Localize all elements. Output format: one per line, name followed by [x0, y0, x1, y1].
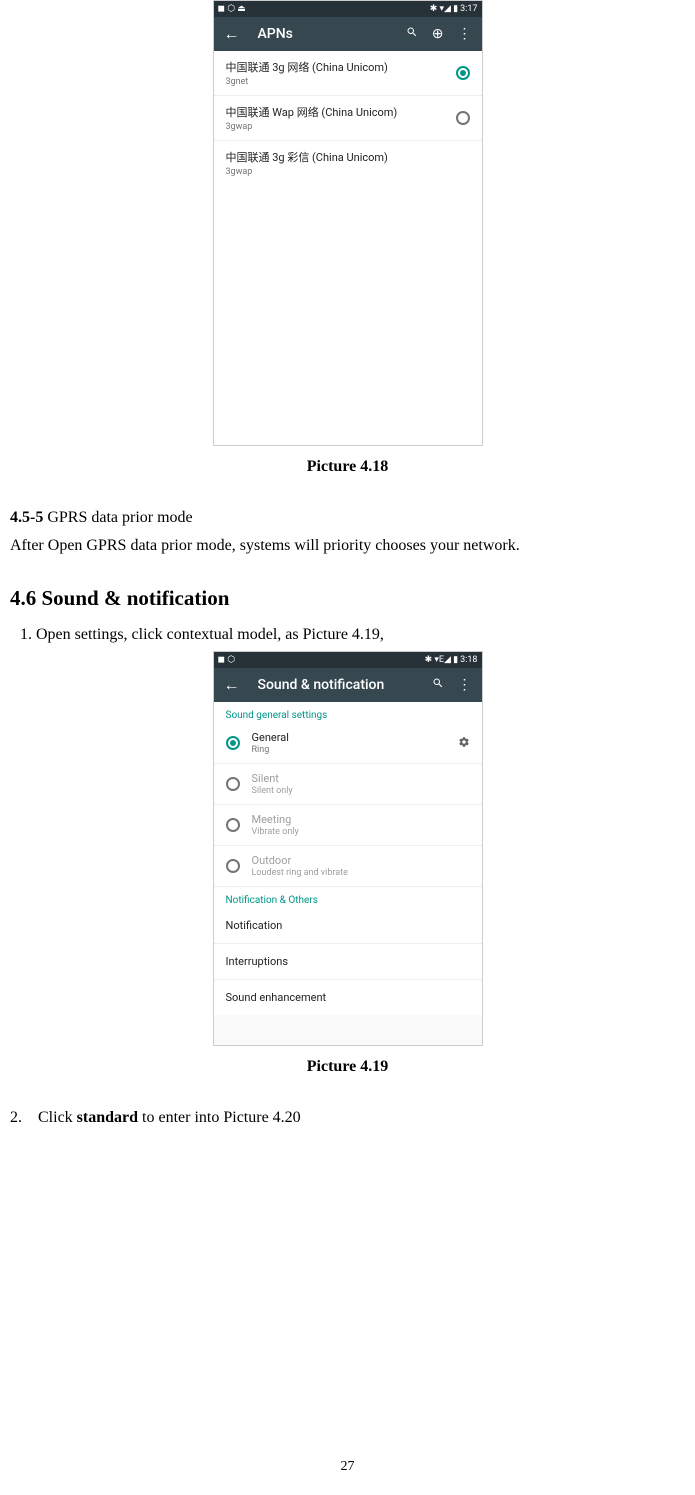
profile-sub: Ring	[252, 745, 446, 755]
step-post: to enter into Picture 4.20	[138, 1109, 301, 1126]
apn-item[interactable]: 中国联通 Wap 网络 (China Unicom) 3gwap	[214, 96, 482, 141]
appbar-title: Sound & notification	[258, 677, 414, 693]
apn-title: 中国联通 3g 网络 (China Unicom)	[226, 59, 456, 75]
item-interruptions[interactable]: Interruptions	[214, 944, 482, 980]
gear-icon[interactable]	[458, 736, 470, 751]
profile-title: General	[252, 731, 446, 744]
profile-sub: Vibrate only	[252, 827, 470, 837]
radio-unselected[interactable]	[226, 777, 240, 791]
radio-unselected[interactable]	[226, 818, 240, 832]
profile-title: Meeting	[252, 813, 470, 826]
back-icon[interactable]: ←	[224, 675, 240, 695]
status-right: ✱ ▾E◢ ▮ 3:18	[425, 655, 478, 665]
apn-title: 中国联通 Wap 网络 (China Unicom)	[226, 104, 456, 120]
appbar-title: APNs	[258, 26, 388, 42]
step-pre: Click	[38, 1109, 77, 1126]
item-sound-enhancement[interactable]: Sound enhancement	[214, 980, 482, 1015]
status-icons: ✱ ▾◢ ▮	[430, 4, 458, 14]
status-time: 3:18	[460, 655, 477, 665]
app-bar: ← Sound & notification ⋮	[214, 668, 482, 702]
more-icon[interactable]: ⋮	[458, 26, 472, 42]
status-bar: ◼ ⬡ ⏏ ✱ ▾◢ ▮ 3:17	[214, 1, 482, 17]
status-time: 3:17	[460, 4, 477, 14]
heading-4-6: 4.6 Sound & notification	[10, 586, 685, 611]
status-right: ✱ ▾◢ ▮ 3:17	[430, 4, 478, 14]
radio-selected[interactable]	[456, 66, 470, 80]
gprs-body: After Open GPRS data prior mode, systems…	[10, 534, 685, 558]
figure-caption: Picture 4.18	[10, 458, 685, 476]
status-bar: ◼ ⬡ ✱ ▾E◢ ▮ 3:18	[214, 652, 482, 668]
search-icon[interactable]	[406, 26, 418, 42]
screenshot-apns: ◼ ⬡ ⏏ ✱ ▾◢ ▮ 3:17 ← APNs ⊕ ⋮ 中国联通 3g 网络 …	[213, 0, 483, 446]
item-notification[interactable]: Notification	[214, 908, 482, 944]
app-bar: ← APNs ⊕ ⋮	[214, 17, 482, 51]
blank-area	[214, 1015, 482, 1045]
step-number: 2.	[10, 1106, 38, 1130]
section-number: 4.5-5	[10, 509, 43, 526]
apn-item[interactable]: 中国联通 3g 网络 (China Unicom) 3gnet	[214, 51, 482, 96]
figure-caption: Picture 4.19	[10, 1058, 685, 1076]
step-1: 1. Open settings, click contextual model…	[20, 623, 685, 647]
apn-title: 中国联通 3g 彩信 (China Unicom)	[226, 149, 470, 165]
step-bold: standard	[77, 1109, 138, 1126]
status-left-icons: ◼ ⬡	[218, 655, 236, 665]
radio-unselected[interactable]	[226, 859, 240, 873]
profile-sub: Silent only	[252, 786, 470, 796]
profile-silent[interactable]: Silent Silent only	[214, 764, 482, 805]
apn-sub: 3gnet	[226, 77, 456, 87]
radio-unselected[interactable]	[456, 111, 470, 125]
appbar-actions: ⊕ ⋮	[406, 26, 472, 42]
status-left-icons: ◼ ⬡ ⏏	[218, 4, 246, 14]
page-number: 27	[0, 1459, 695, 1475]
screenshot-sound: ◼ ⬡ ✱ ▾E◢ ▮ 3:18 ← Sound & notification …	[213, 651, 483, 1046]
back-icon[interactable]: ←	[224, 24, 240, 44]
apn-sub: 3gwap	[226, 122, 456, 132]
section-header: Notification & Others	[214, 887, 482, 908]
search-icon[interactable]	[432, 677, 444, 693]
apn-sub: 3gwap	[226, 167, 470, 177]
profile-meeting[interactable]: Meeting Vibrate only	[214, 805, 482, 846]
profile-title: Silent	[252, 772, 470, 785]
profile-outdoor[interactable]: Outdoor Loudest ring and vibrate	[214, 846, 482, 887]
apn-list: 中国联通 3g 网络 (China Unicom) 3gnet 中国联通 Wap…	[214, 51, 482, 185]
status-icons: ✱ ▾E◢ ▮	[425, 655, 459, 665]
section-4-5-5: 4.5-5 GPRS data prior mode	[10, 506, 685, 530]
more-icon[interactable]: ⋮	[458, 677, 472, 693]
section-title: GPRS data prior mode	[43, 509, 192, 526]
profile-title: Outdoor	[252, 854, 470, 867]
profile-sub: Loudest ring and vibrate	[252, 868, 470, 878]
blank-area	[214, 185, 482, 445]
add-icon[interactable]: ⊕	[432, 26, 444, 42]
appbar-actions: ⋮	[432, 677, 472, 693]
radio-selected[interactable]	[226, 736, 240, 750]
apn-item[interactable]: 中国联通 3g 彩信 (China Unicom) 3gwap	[214, 141, 482, 185]
step-2: 2.Click standard to enter into Picture 4…	[10, 1106, 685, 1130]
section-header: Sound general settings	[214, 702, 482, 723]
profile-general[interactable]: General Ring	[214, 723, 482, 764]
